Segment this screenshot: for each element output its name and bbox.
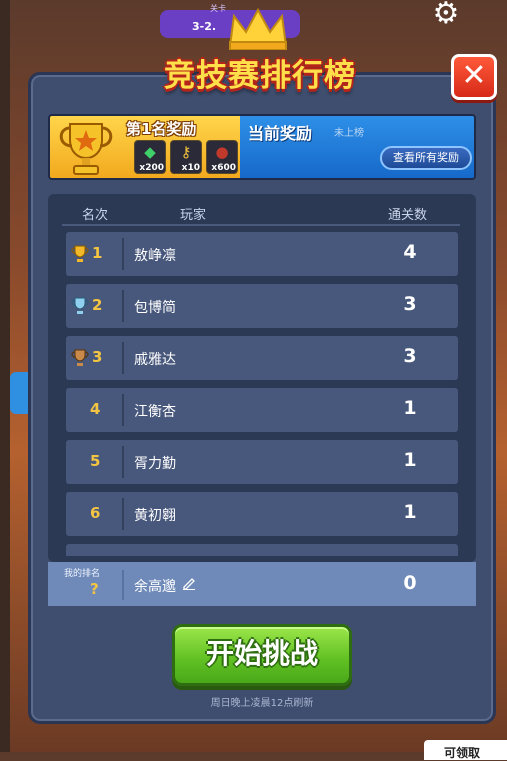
refresh-note: 周日晚上凌晨12点刷新 [210,698,314,709]
player-score: 3 [403,293,417,315]
bronze-cup-icon [71,349,89,366]
player-name: 包博简 [134,300,176,316]
gold-cup-icon [71,245,89,262]
player-name: 江衡杏 [134,404,176,420]
my-score: 0 [403,572,417,594]
rank-number: 6 [90,504,101,522]
view-all-rewards-button[interactable]: 查看所有奖励 [380,146,472,170]
player-score: 1 [403,397,417,419]
player-name: 敖峥凛 [134,248,176,264]
leaderboard-rows[interactable]: 1 敖峥凛 4 2 包博简 3 3 戚雅达 3 4 江衡杏 1 5 胥力勤 1 … [48,232,476,556]
reward-item-coin-bag[interactable]: ● x600 [206,140,238,174]
start-challenge-button[interactable]: 开始挑战 [172,624,352,686]
item-count: x600 [211,163,236,173]
player-score: 3 [403,345,417,367]
coin-bag-icon: ● [215,143,229,161]
current-reward-label: 当前奖励 [248,124,313,143]
header-divider [62,224,460,226]
table-row[interactable]: 3 戚雅达 3 [66,336,458,380]
silver-cup-icon [71,297,89,314]
my-player-name: 余高邈 [134,579,176,595]
stage-label: 3-2. [192,20,217,33]
rank-number: 5 [90,452,101,470]
reward-item-key[interactable]: ⚷ x10 [170,140,202,174]
table-row[interactable]: 5 胥力勤 1 [66,440,458,484]
row-divider [122,570,124,600]
row-divider [122,394,124,426]
reward-item-gem[interactable]: ◆ x200 [134,140,166,174]
table-row-partial[interactable] [66,544,458,556]
reward-banner: 第1名奖励 ◆ x200 ⚷ x10 ● x600 当前奖励 未上榜 查看所有奖… [48,114,476,180]
table-row[interactable]: 6 黄初翱 1 [66,492,458,536]
player-name: 胥力勤 [134,456,176,472]
player-score: 1 [403,501,417,523]
player-score: 1 [403,449,417,471]
player-name: 戚雅达 [134,352,176,368]
rank-column-header: 名次 [82,208,109,223]
rank-number: 4 [90,400,101,418]
table-row[interactable]: 1 敖峥凛 4 [66,232,458,276]
stage-tag: 关卡 [210,4,226,13]
first-place-reward-label: 第1名奖励 [126,120,197,138]
rank-number: 2 [92,296,103,314]
trophy-icon [59,123,113,175]
pencil-icon[interactable] [182,576,196,590]
rank-number: 3 [92,348,103,366]
score-column-header: 通关数 [388,208,428,223]
claimable-tag[interactable]: 可领取 [424,740,507,760]
current-reward-status: 未上榜 [334,128,364,139]
table-row[interactable]: 4 江衡杏 1 [66,388,458,432]
row-divider [122,342,124,374]
player-name: 黄初翱 [134,508,176,524]
row-divider [122,290,124,322]
row-divider [122,238,124,270]
side-menu-tab[interactable] [10,372,30,414]
gear-icon[interactable]: ⚙ [428,0,464,32]
key-icon: ⚷ [180,143,192,161]
item-count: x10 [181,163,200,173]
crown-icon [228,7,288,50]
leaderboard-table: 名次 玩家 通关数 1 敖峥凛 4 2 包博简 3 3 戚雅达 3 4 江衡杏 … [48,194,476,562]
green-gem-icon: ◆ [144,143,156,161]
table-row[interactable]: 2 包博简 3 [66,284,458,328]
player-score: 4 [403,241,417,263]
row-divider [122,498,124,530]
row-divider [122,446,124,478]
player-column-header: 玩家 [180,208,207,223]
my-rank-row: 我的排名 ? 余高邈 0 [48,562,476,606]
my-rank-label: 我的排名 [64,569,101,579]
item-count: x200 [139,163,164,173]
rank-number: 1 [92,244,103,262]
background-edge [0,0,10,752]
page-title: 竞技赛排行榜 [164,58,356,94]
my-rank-value: ? [90,580,99,598]
close-button[interactable]: ✕ [451,54,497,100]
